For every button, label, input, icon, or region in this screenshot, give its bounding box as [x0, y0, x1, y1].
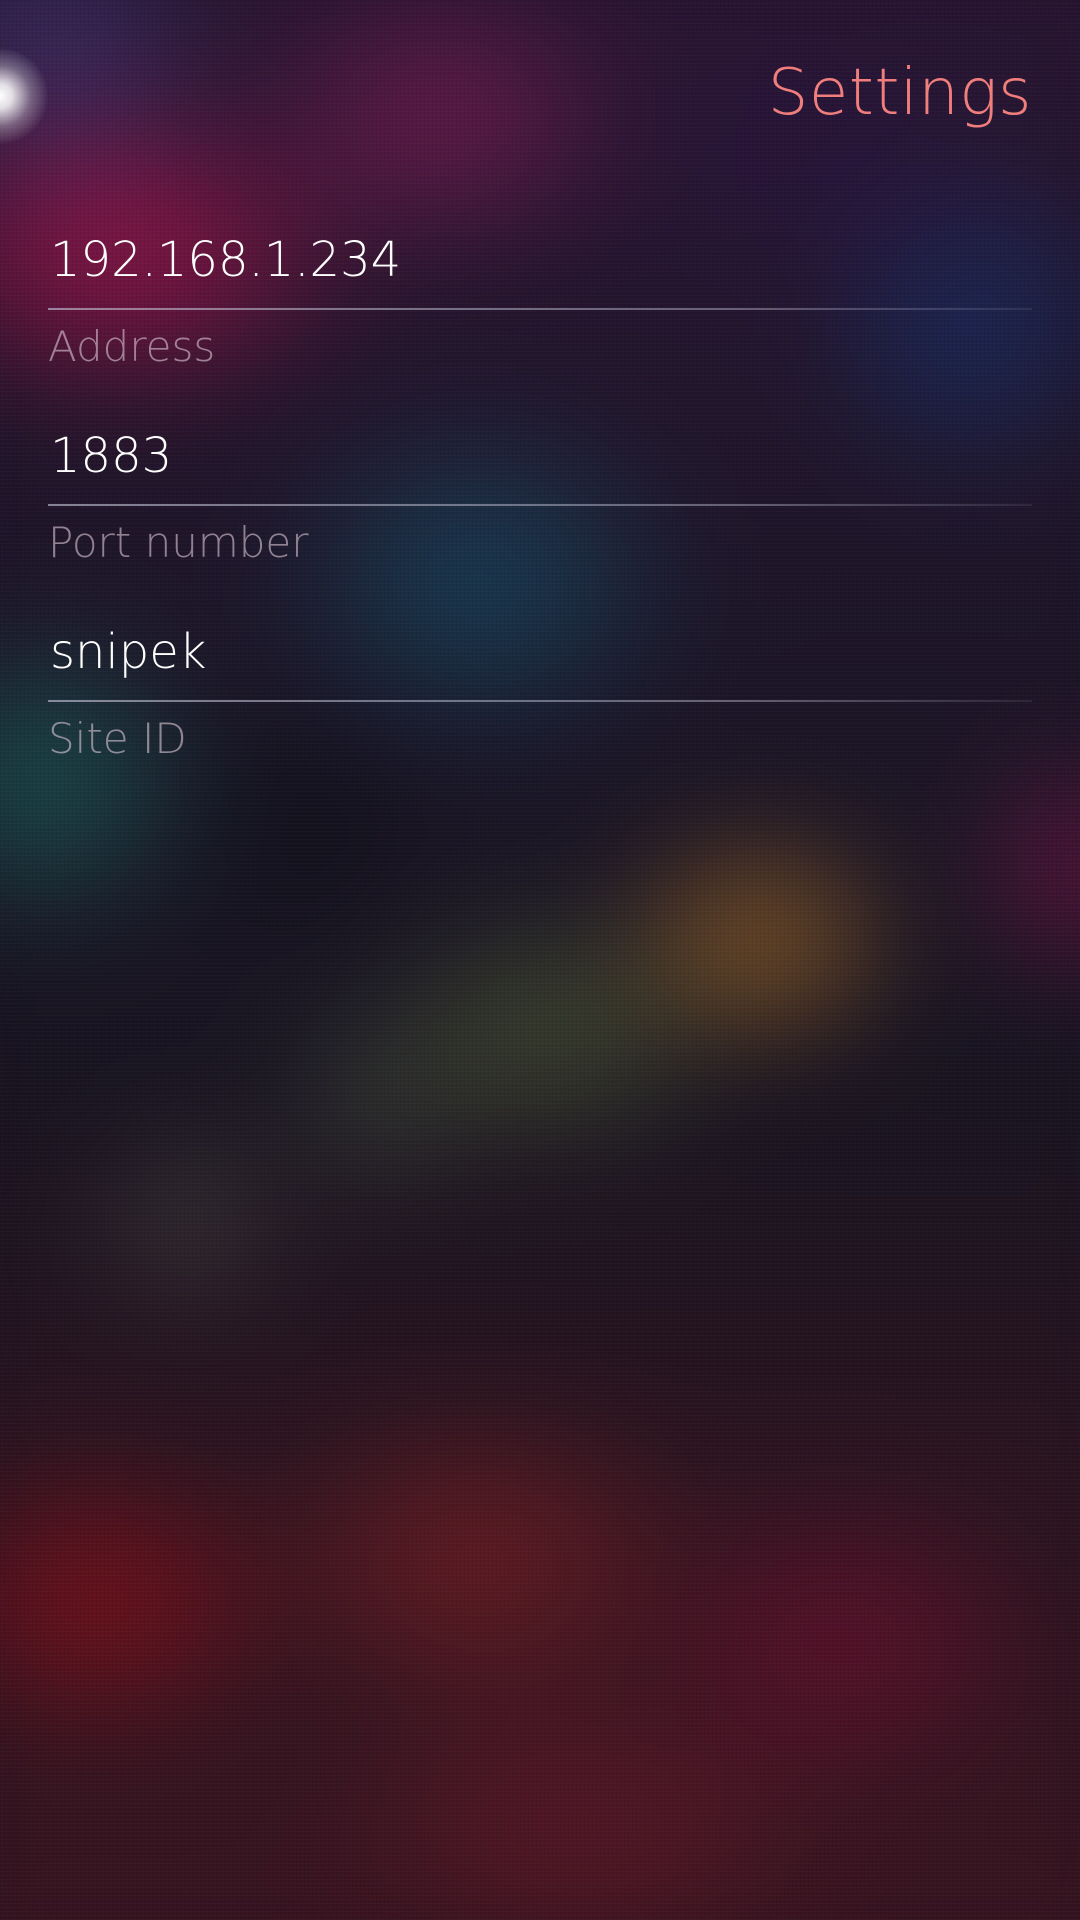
address-field: Address [48, 220, 1032, 371]
address-label: Address [48, 322, 216, 371]
address-underline [48, 308, 1032, 310]
port-number-label: Port number [48, 518, 309, 567]
settings-screen: Settings Address Port number Site ID [0, 0, 1080, 1920]
port-number-underline [48, 504, 1032, 506]
site-id-field: Site ID [48, 612, 1032, 763]
address-input[interactable] [48, 220, 1032, 300]
port-number-input[interactable] [48, 416, 1032, 496]
page-title: Settings [767, 56, 1032, 130]
site-id-label: Site ID [48, 714, 187, 763]
site-id-underline [48, 700, 1032, 702]
site-id-input[interactable] [48, 612, 1032, 692]
port-number-field: Port number [48, 416, 1032, 567]
